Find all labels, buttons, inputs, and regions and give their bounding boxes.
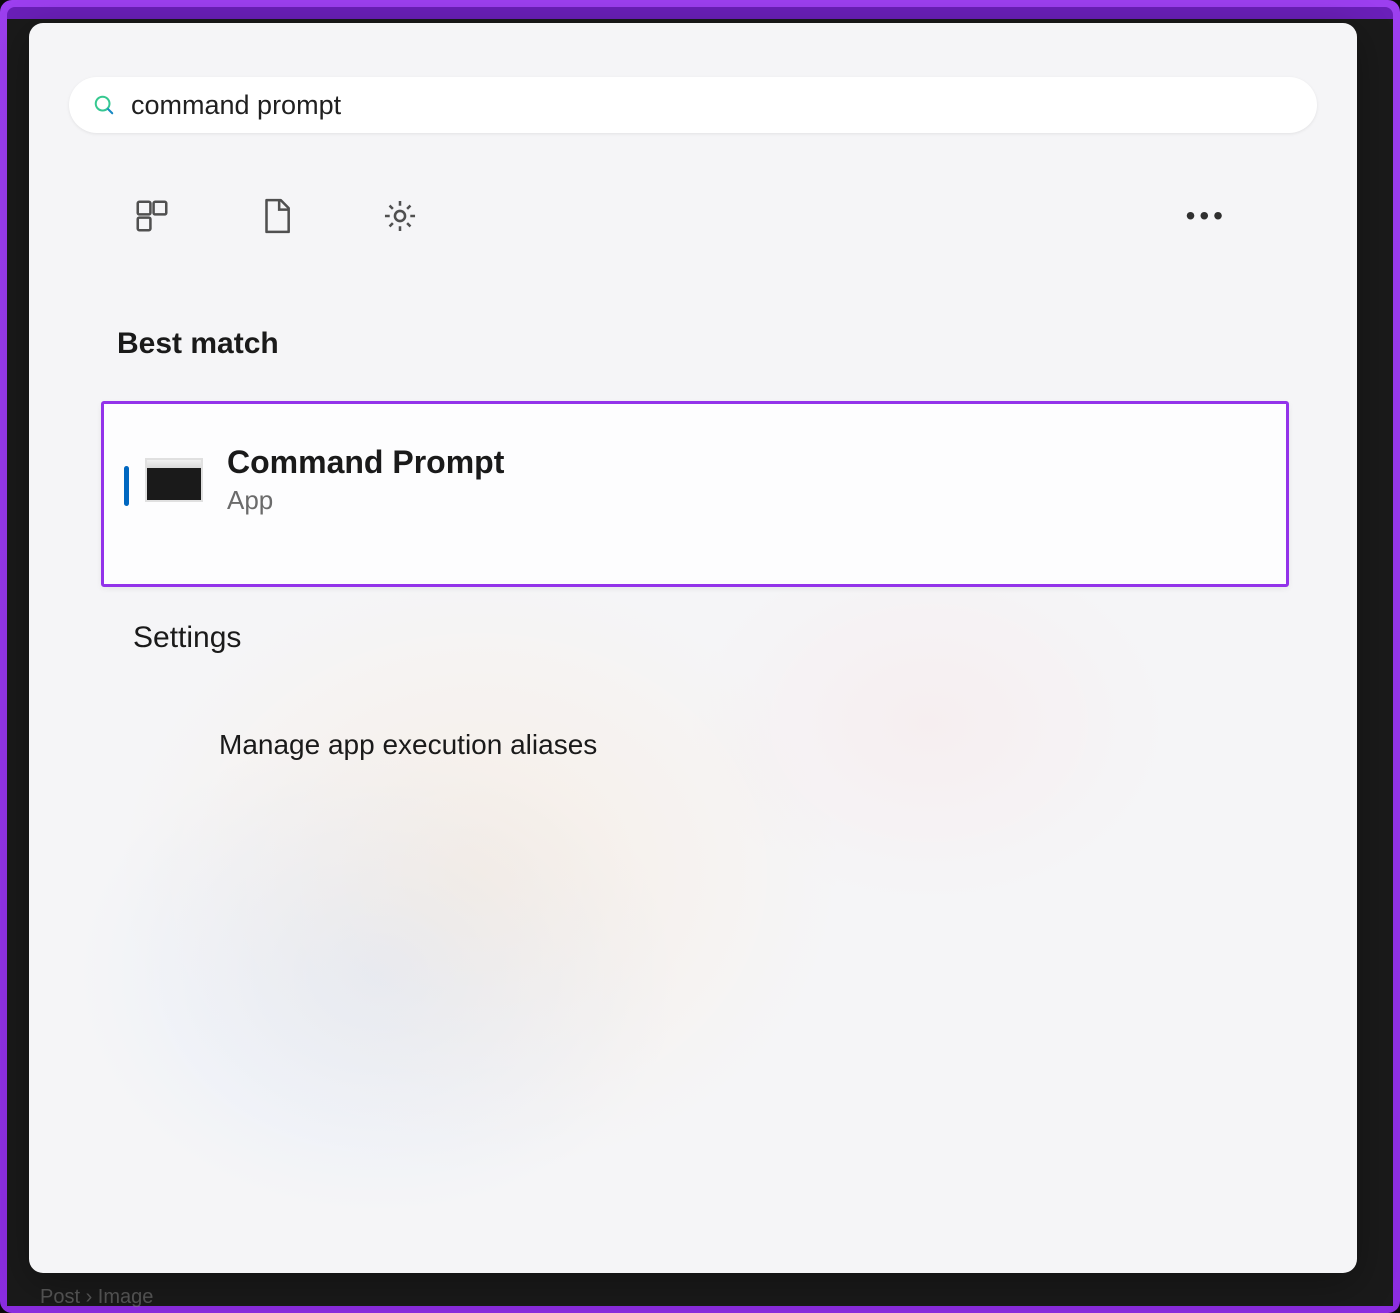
search-icon (93, 94, 115, 116)
settings-filter-icon[interactable] (379, 195, 421, 237)
result-text-block: Command Prompt App (227, 444, 504, 516)
more-options-icon[interactable]: ••• (1186, 200, 1227, 232)
settings-result-item[interactable]: Manage app execution aliases (219, 729, 597, 761)
selection-accent-bar (124, 466, 129, 506)
best-match-result[interactable]: Command Prompt App (101, 401, 1289, 587)
browser-tab-strip (7, 7, 1393, 19)
search-bar[interactable] (69, 77, 1317, 133)
annotation-frame: ••• Best match Command Prompt App Settin… (0, 0, 1400, 1313)
search-input[interactable] (131, 90, 1293, 121)
windows-search-panel: ••• Best match Command Prompt App Settin… (29, 23, 1357, 1273)
best-match-heading: Best match (117, 327, 279, 361)
filter-row: ••• (131, 191, 1297, 241)
settings-heading: Settings (133, 621, 241, 655)
apps-filter-icon[interactable] (131, 195, 173, 237)
command-prompt-icon (145, 458, 203, 502)
background-breadcrumb: Post › Image (40, 1286, 153, 1309)
result-subtitle: App (227, 485, 504, 516)
result-title: Command Prompt (227, 444, 504, 481)
documents-filter-icon[interactable] (255, 195, 297, 237)
